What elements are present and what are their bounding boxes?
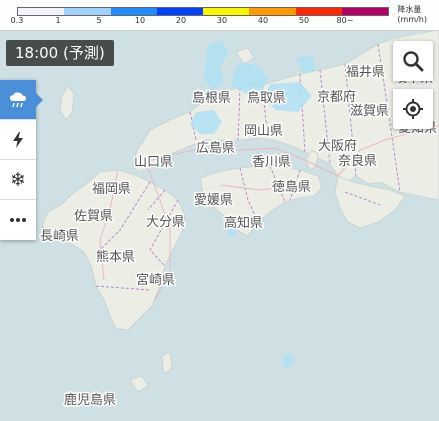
label-nara: 奈良県 bbox=[338, 153, 377, 169]
label-osaka: 大阪府 bbox=[318, 139, 357, 154]
label-fukuoka: 福岡県 bbox=[92, 182, 131, 197]
label-kochi: 高知県 bbox=[224, 215, 263, 231]
legend-swatch bbox=[156, 8, 203, 15]
label-tottori: 鳥取県 bbox=[247, 91, 286, 106]
label-fukui: 福井県 bbox=[346, 65, 385, 80]
legend-tick-label: 10 bbox=[134, 16, 146, 25]
label-nagasaki: 長崎県 bbox=[40, 229, 79, 244]
lightning-icon bbox=[13, 131, 23, 148]
label-oita: 大分県 bbox=[146, 215, 185, 230]
tab-lightning[interactable] bbox=[0, 120, 36, 160]
label-saga: 佐賀県 bbox=[74, 209, 113, 224]
rain-cloud-icon bbox=[10, 91, 26, 107]
label-hiroshima: 広島県 bbox=[196, 141, 235, 156]
label-okayama: 岡山県 bbox=[244, 124, 283, 139]
legend-swatch bbox=[203, 8, 250, 15]
legend-swatch bbox=[64, 8, 111, 15]
tab-snow[interactable]: ❄ bbox=[0, 160, 36, 200]
legend-color-bar bbox=[17, 7, 389, 16]
label-tokushima: 徳島県 bbox=[272, 180, 311, 195]
label-kagawa: 香川県 bbox=[252, 155, 291, 170]
location-crosshair-icon bbox=[403, 99, 423, 119]
label-yamaguchi: 山口県 bbox=[134, 155, 173, 170]
legend-swatch bbox=[18, 8, 65, 15]
legend-tick-label: 0.3 bbox=[10, 16, 24, 25]
precipitation-legend: 0.3 1 5 10 20 30 40 50 80~ 降水量 (mm/h) bbox=[0, 0, 439, 31]
forecast-time-badge[interactable]: 18:00 (予測) bbox=[6, 40, 114, 66]
legend-swatch bbox=[110, 8, 157, 15]
label-ehime: 愛媛県 bbox=[194, 193, 233, 208]
label-miyazaki: 宮崎県 bbox=[136, 272, 175, 288]
label-kagoshima: 鹿児島県 bbox=[64, 392, 116, 408]
tab-rain[interactable] bbox=[0, 80, 43, 120]
legend-swatch bbox=[295, 8, 342, 15]
search-button[interactable] bbox=[393, 41, 433, 81]
legend-tick-label: 20 bbox=[175, 16, 187, 25]
legend-tick-label: 40 bbox=[257, 16, 269, 25]
more-icon bbox=[10, 218, 26, 222]
legend-unit-title: 降水量 bbox=[397, 5, 422, 14]
search-icon bbox=[403, 51, 424, 72]
current-location-button[interactable] bbox=[393, 89, 433, 129]
legend-tick-label: 50 bbox=[298, 16, 310, 25]
layer-tabs: ❄ bbox=[0, 80, 43, 240]
legend-tick-label: 5 bbox=[96, 16, 102, 25]
legend-tick-label: 30 bbox=[216, 16, 228, 25]
label-shiga: 滋賀県 bbox=[350, 104, 389, 119]
label-kyoto: 京都府 bbox=[317, 90, 356, 105]
legend-tick-label: 80~ bbox=[336, 16, 354, 25]
legend-tick-label: 1 bbox=[55, 16, 61, 25]
snow-icon: ❄ bbox=[10, 168, 26, 191]
label-kumamoto: 熊本県 bbox=[96, 249, 135, 265]
legend-swatch bbox=[341, 8, 388, 15]
tab-more[interactable] bbox=[0, 200, 36, 240]
legend-unit: 降水量 (mm/h) bbox=[397, 5, 427, 25]
label-shimane: 島根県 bbox=[192, 91, 231, 106]
legend-swatch bbox=[249, 8, 296, 15]
legend-unit-value: (mm/h) bbox=[397, 15, 427, 24]
